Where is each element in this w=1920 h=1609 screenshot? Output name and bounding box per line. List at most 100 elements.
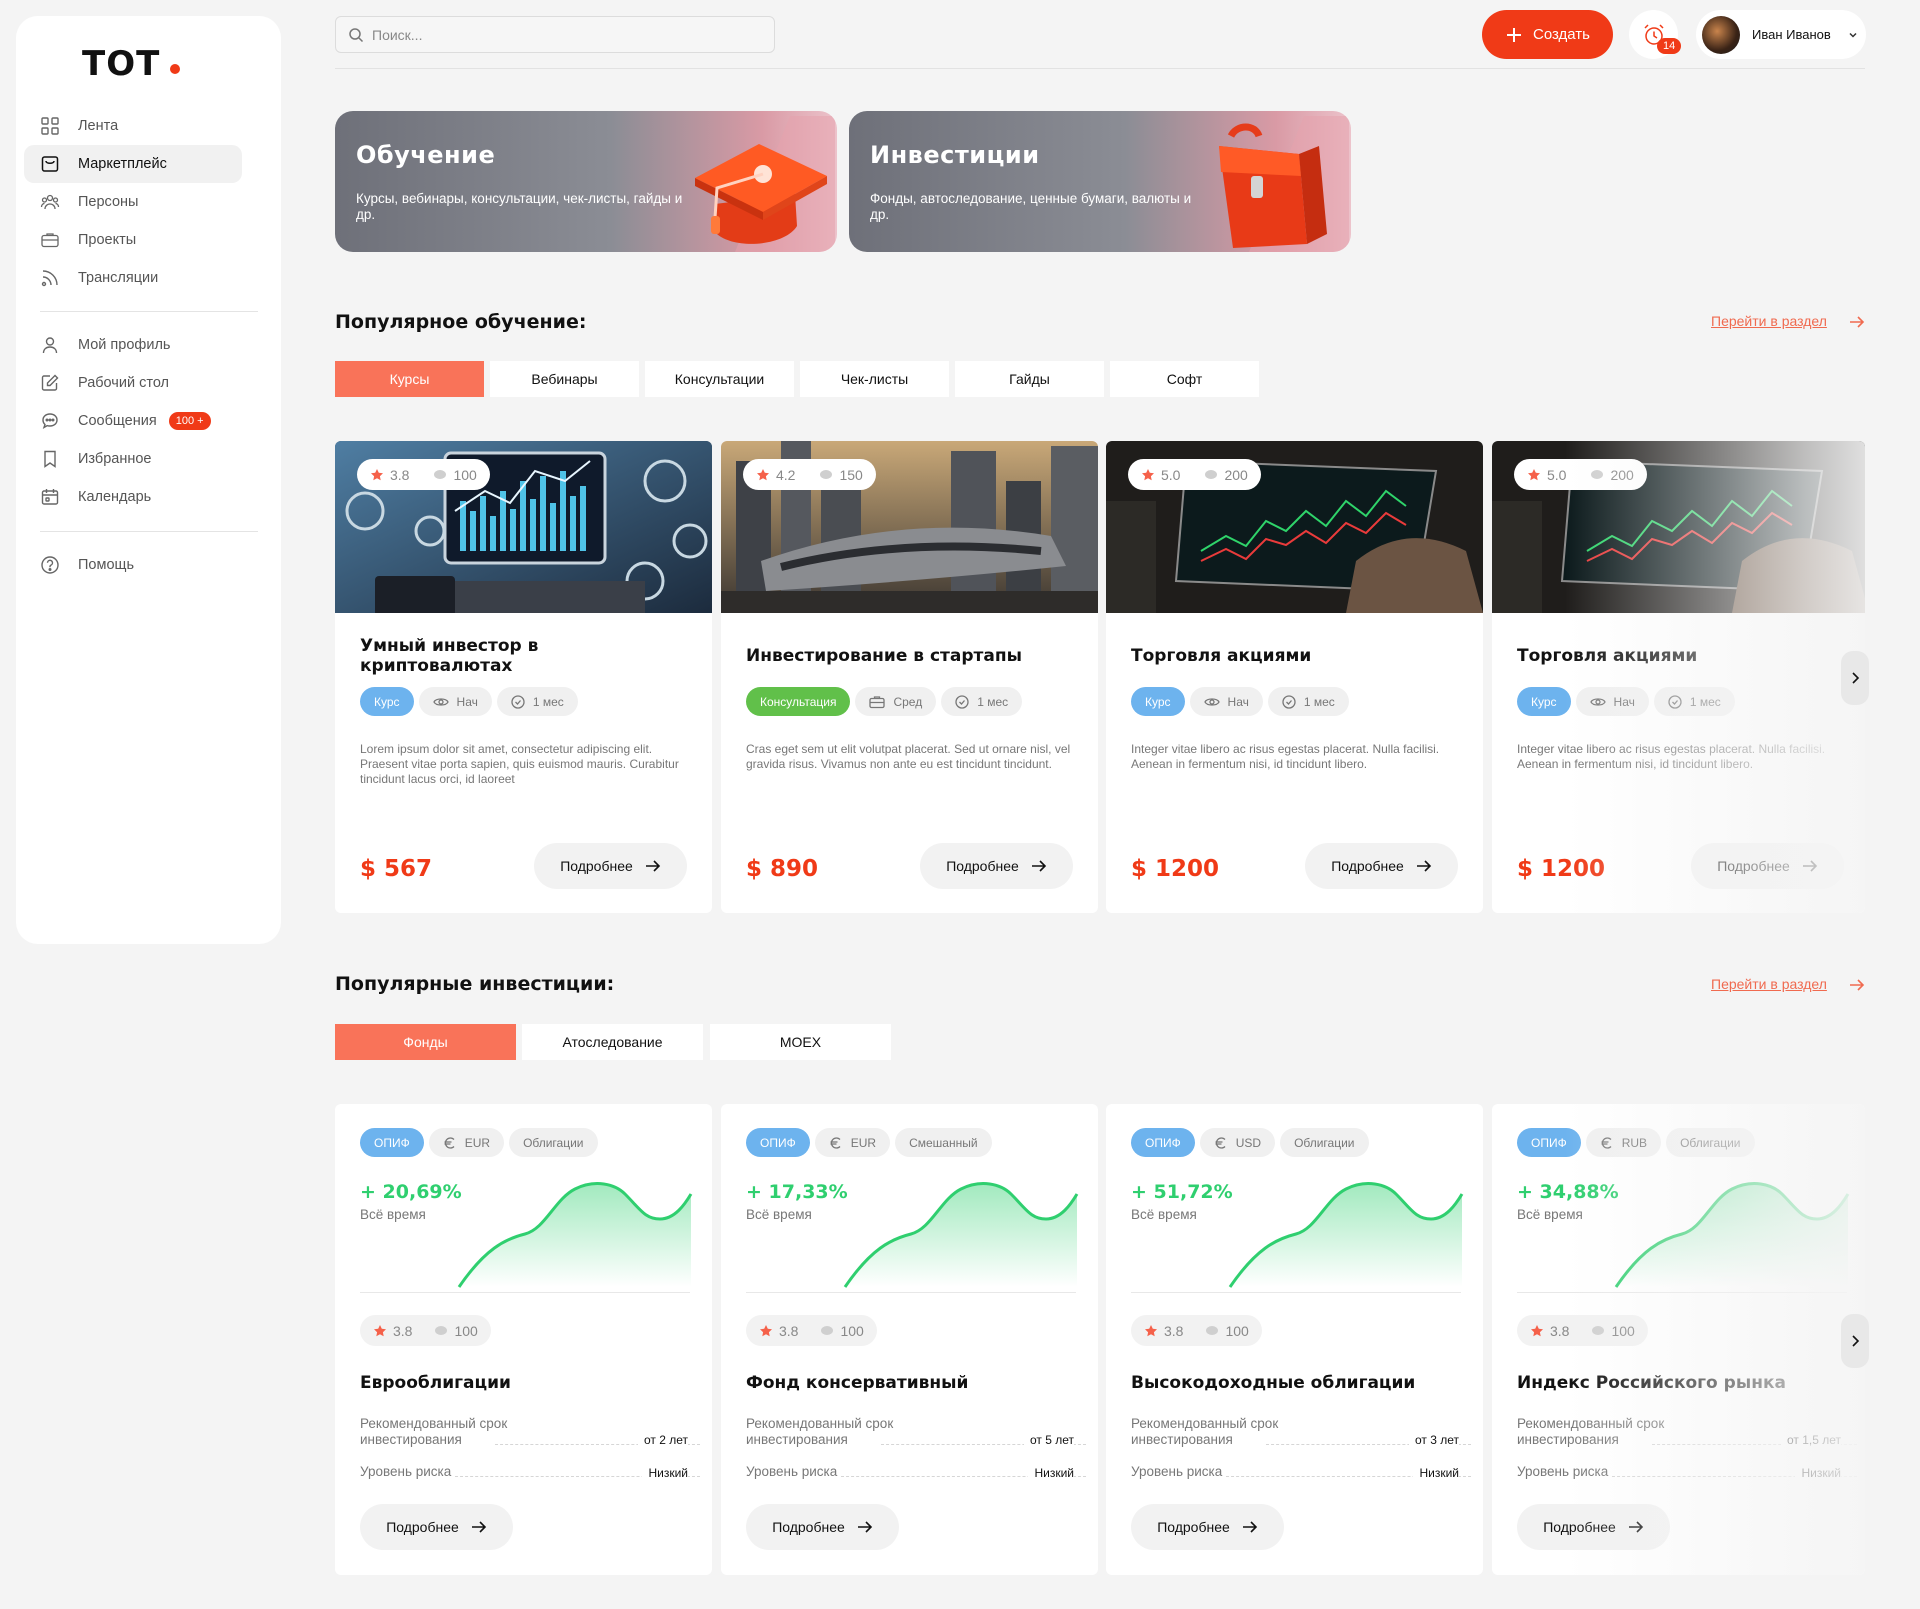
course-card[interactable]: 5.0 200 Торговля акциями Курс Нач 1 мес … xyxy=(1106,441,1483,913)
clock-check-icon xyxy=(1668,694,1682,709)
card-divider xyxy=(746,1292,1076,1293)
gain-period: Всё время xyxy=(1131,1207,1197,1222)
arrow-right-icon[interactable] xyxy=(1848,976,1866,994)
details-label: Подробнее xyxy=(1717,858,1790,874)
comment-icon xyxy=(434,469,447,479)
rating-value: 4.2 xyxy=(776,466,796,483)
course-card[interactable]: 5.0 200 Торговля акциями Курс Нач 1 мес … xyxy=(1492,441,1865,913)
comment-icon xyxy=(1205,469,1218,479)
reviews-count: 200 xyxy=(1610,466,1634,483)
fund-type-tag: ОПИФ xyxy=(1517,1128,1581,1157)
rating-value: 3.8 xyxy=(779,1322,799,1339)
gain-period: Всё время xyxy=(746,1207,812,1222)
arrow-right-icon xyxy=(645,860,660,872)
course-card[interactable]: 4.2 150 Инвестирование в стартапы Консул… xyxy=(721,441,1098,913)
risk-label: Уровень риска xyxy=(1517,1464,1609,1479)
risk-value: Низкий xyxy=(1413,1466,1459,1480)
risk-value: Низкий xyxy=(1795,1466,1841,1480)
details-button[interactable]: Подробнее xyxy=(534,843,687,889)
fund-card[interactable]: ОПИФ EUR Облигации + 20,69% Всё время 3.8 100 Е… xyxy=(335,1104,712,1575)
details-button[interactable]: Подробнее xyxy=(746,1504,899,1550)
card-divider xyxy=(1517,1292,1847,1293)
fund-kind-tag: Облигации xyxy=(1280,1128,1369,1157)
card-divider xyxy=(1131,1292,1461,1293)
level-value: Нач xyxy=(456,694,478,709)
course-card[interactable]: 3.8 100 Умный инвестор в криптовалютах К… xyxy=(335,441,712,913)
header-divider xyxy=(335,68,1865,69)
tab-moex[interactable]: MOEX xyxy=(710,1024,891,1060)
details-button[interactable]: Подробнее xyxy=(360,1504,513,1550)
tab-consultations[interactable]: Консультации xyxy=(645,361,794,397)
chevron-right-icon xyxy=(1852,672,1860,684)
fund-gain: + 34,88% xyxy=(1517,1181,1619,1203)
sidebar-item-marketplace[interactable]: Маркетплейс xyxy=(24,145,242,183)
learning-section-link[interactable]: Перейти в раздел xyxy=(1711,313,1827,329)
duration-tag: 1 мес xyxy=(496,687,578,716)
sidebar-item-profile[interactable]: Мой профиль xyxy=(24,326,242,364)
sidebar-item-persons[interactable]: Персоны xyxy=(24,183,242,221)
tab-checklists[interactable]: Чек-листы xyxy=(800,361,949,397)
course-tags: Курс Нач 1 мес xyxy=(1131,687,1354,716)
fund-card[interactable]: ОПИФ EUR Смешанный + 17,33% Всё время 3.8 100 Ф… xyxy=(721,1104,1098,1575)
term-value: от 2 лет xyxy=(637,1433,688,1447)
currency-value: RUB xyxy=(1621,1135,1648,1150)
comment-icon xyxy=(821,1325,834,1335)
carousel-next-button[interactable] xyxy=(1841,651,1869,705)
briefcase-icon xyxy=(1219,116,1349,252)
people-icon xyxy=(40,194,60,210)
details-button[interactable]: Подробнее xyxy=(1691,843,1844,889)
logo[interactable]: TOT xyxy=(82,44,160,84)
sidebar-divider xyxy=(40,311,258,312)
course-price: $ 1200 xyxy=(1131,856,1220,882)
investments-section-link[interactable]: Перейти в раздел xyxy=(1711,976,1827,992)
tab-software[interactable]: Софт xyxy=(1110,361,1259,397)
details-button[interactable]: Подробнее xyxy=(1517,1504,1670,1550)
tab-courses[interactable]: Курсы xyxy=(335,361,484,397)
create-button[interactable]: Создать xyxy=(1482,10,1613,59)
fund-card[interactable]: ОПИФ RUB Облигации + 34,88% Всё время 3.8 100 И… xyxy=(1492,1104,1865,1575)
banner-investments[interactable]: Инвестиции Фонды, автоследование, ценные… xyxy=(849,111,1351,252)
rating-value: 5.0 xyxy=(1161,466,1181,483)
risk-label: Уровень риска xyxy=(1131,1464,1223,1479)
sidebar-item-broadcasts[interactable]: Трансляции xyxy=(24,259,242,297)
sidebar-item-label: Рабочий стол xyxy=(78,375,170,391)
sidebar-item-favorites[interactable]: Избранное xyxy=(24,440,242,478)
details-label: Подробнее xyxy=(560,858,633,874)
sidebar-item-label: Маркетплейс xyxy=(78,156,167,172)
sidebar-item-messages[interactable]: Сообщения 100 + xyxy=(24,402,242,440)
user-menu[interactable]: Иван Иванов xyxy=(1696,10,1866,59)
banner-title: Инвестиции xyxy=(870,141,1040,169)
star-icon xyxy=(374,1324,386,1336)
rating-badge: 4.2 150 xyxy=(743,459,876,490)
risk-value: Низкий xyxy=(1028,1466,1074,1480)
tab-guides[interactable]: Гайды xyxy=(955,361,1104,397)
sidebar-item-calendar[interactable]: Календарь xyxy=(24,478,242,516)
chat-icon xyxy=(42,413,58,430)
fund-card[interactable]: ОПИФ USD Облигации + 51,72% Всё время 3.8 100 В… xyxy=(1106,1104,1483,1575)
chevron-right-icon xyxy=(1852,1335,1860,1347)
duration-value: 1 мес xyxy=(977,694,1009,709)
arrow-right-icon[interactable] xyxy=(1848,313,1866,331)
currency-tag: USD xyxy=(1199,1128,1276,1157)
details-button[interactable]: Подробнее xyxy=(1305,843,1458,889)
fund-type-tag: ОПИФ xyxy=(1131,1128,1195,1157)
banner-learning[interactable]: Обучение Курсы, вебинары, консультации, … xyxy=(335,111,837,252)
sidebar-item-help[interactable]: Помощь xyxy=(24,546,242,584)
tab-webinars[interactable]: Вебинары xyxy=(490,361,639,397)
search-input[interactable]: Поиск... xyxy=(335,16,775,53)
tab-funds[interactable]: Фонды xyxy=(335,1024,516,1060)
sidebar-item-feed[interactable]: Лента xyxy=(24,107,242,145)
star-icon xyxy=(1142,468,1154,480)
sidebar-item-projects[interactable]: Проекты xyxy=(24,221,242,259)
details-button[interactable]: Подробнее xyxy=(1131,1504,1284,1550)
carousel-next-button[interactable] xyxy=(1841,1314,1869,1368)
sidebar-item-desktop[interactable]: Рабочий стол xyxy=(24,364,242,402)
fund-kind-tag: Смешанный xyxy=(895,1128,992,1157)
clock-check-icon xyxy=(511,694,525,709)
bookmark-icon xyxy=(44,450,56,468)
comment-icon xyxy=(1206,1325,1219,1335)
arrow-right-icon xyxy=(471,1521,486,1533)
tab-copy-trading[interactable]: Атоследование xyxy=(522,1024,703,1060)
details-button[interactable]: Подробнее xyxy=(920,843,1073,889)
level-value: Нач xyxy=(1227,694,1249,709)
